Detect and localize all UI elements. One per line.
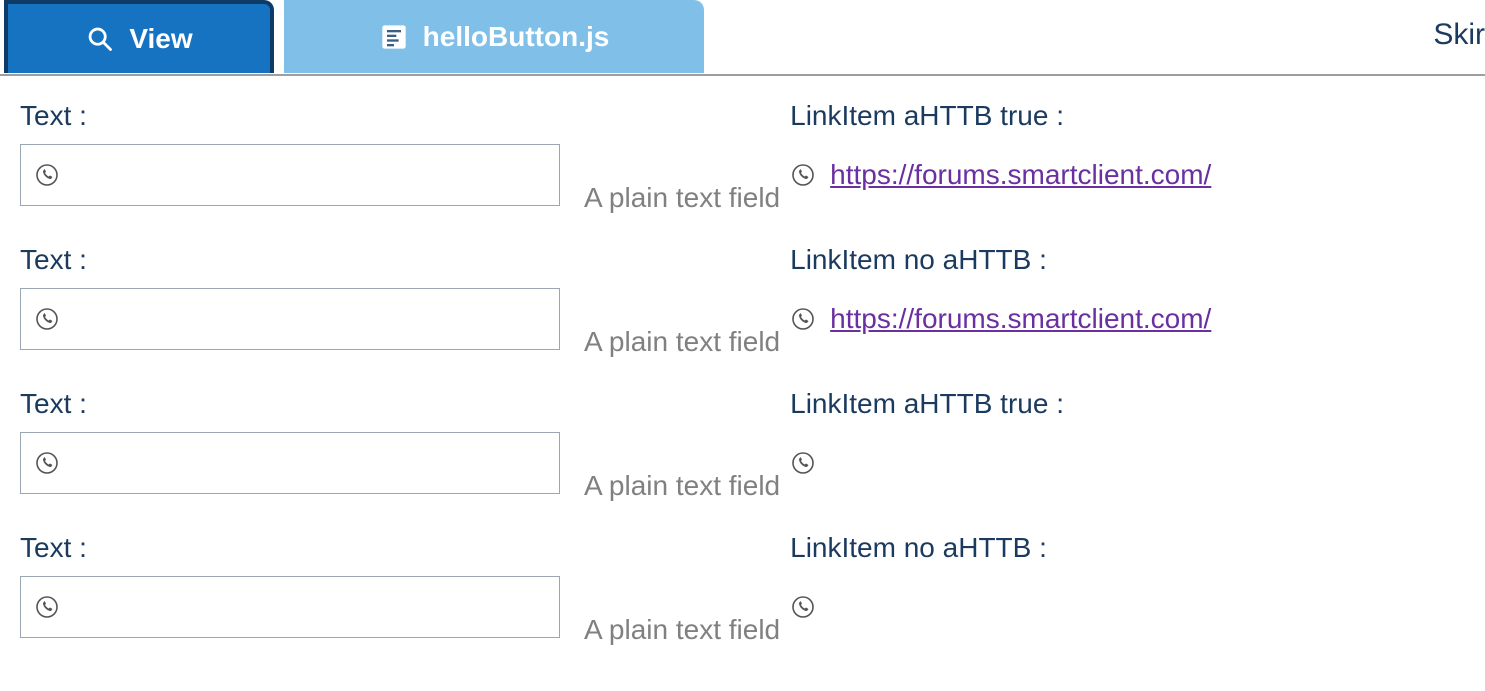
phone-icon[interactable] [790, 162, 816, 188]
phone-icon[interactable] [35, 162, 59, 188]
link-label: LinkItem no aHTTB : [790, 244, 1211, 278]
text-input-container [20, 288, 560, 350]
text-label: Text : [20, 100, 574, 134]
tab-file[interactable]: helloButton.js [284, 0, 704, 73]
tab-view-label: View [129, 23, 192, 55]
text-label: Text : [20, 388, 574, 422]
link-item[interactable]: https://forums.smartclient.com/ [830, 159, 1211, 191]
form-area: Text : A plain text field LinkItem aHTTB… [0, 76, 1485, 662]
skin-label: Skir [1433, 18, 1485, 52]
text-input-container [20, 144, 560, 206]
phone-icon[interactable] [35, 594, 59, 620]
tab-view[interactable]: View [4, 0, 274, 73]
link-item-empty [830, 449, 840, 477]
form-row: Text : A plain text field LinkItem no aH… [20, 532, 1465, 662]
phone-icon[interactable] [790, 306, 816, 332]
link-item-empty [830, 593, 840, 621]
phone-icon[interactable] [790, 594, 816, 620]
text-hint: A plain text field [584, 470, 780, 518]
phone-icon[interactable] [35, 450, 59, 476]
text-label: Text : [20, 532, 574, 566]
link-label: LinkItem aHTTB true : [790, 100, 1211, 134]
form-row: Text : A plain text field LinkItem aHTTB… [20, 100, 1465, 230]
text-input-container [20, 432, 560, 494]
phone-icon[interactable] [790, 450, 816, 476]
text-input-container [20, 576, 560, 638]
text-hint: A plain text field [584, 326, 780, 374]
text-hint: A plain text field [584, 614, 780, 662]
text-input[interactable] [69, 145, 545, 205]
link-item[interactable]: https://forums.smartclient.com/ [830, 303, 1211, 335]
text-label: Text : [20, 244, 574, 278]
phone-icon[interactable] [35, 306, 59, 332]
link-label: LinkItem aHTTB true : [790, 388, 1064, 422]
search-icon [85, 24, 115, 54]
tab-file-label: helloButton.js [423, 21, 610, 53]
tab-bar: View helloButton.js Skir [0, 0, 1485, 76]
link-label: LinkItem no aHTTB : [790, 532, 1047, 566]
text-input[interactable] [69, 289, 545, 349]
text-hint: A plain text field [584, 182, 780, 230]
text-input[interactable] [69, 577, 545, 637]
file-js-icon [379, 22, 409, 52]
form-row: Text : A plain text field LinkItem no aH… [20, 244, 1465, 374]
text-input[interactable] [69, 433, 545, 493]
form-row: Text : A plain text field LinkItem aHTTB… [20, 388, 1465, 518]
